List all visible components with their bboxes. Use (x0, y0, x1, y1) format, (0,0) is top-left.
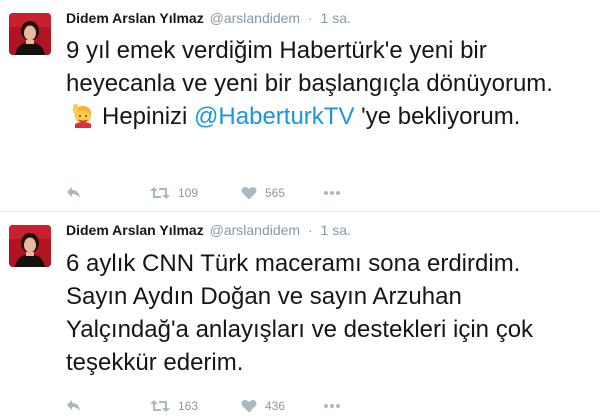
tweet-text-part: Hepinizi (102, 103, 195, 130)
avatar[interactable] (9, 13, 51, 55)
like-count: 436 (265, 399, 286, 413)
tweet-timestamp[interactable]: 1 sa. (321, 222, 351, 238)
retweet-count: 163 (178, 399, 199, 413)
like-icon (241, 399, 257, 413)
author-name[interactable]: Didem Arslan Yılmaz (66, 222, 204, 238)
more-icon (324, 191, 340, 195)
tweet-1[interactable]: Didem Arslan Yılmaz @arslandidem · 1 sa.… (0, 0, 600, 211)
like-button[interactable]: 565 (241, 183, 285, 203)
separator-dot: · (307, 10, 313, 26)
tweet-text-part: 'ye bekliyorum. (354, 103, 521, 130)
raising-hand-emoji-icon (70, 102, 96, 128)
tweet-2[interactable]: Didem Arslan Yılmaz @arslandidem · 1 sa.… (0, 212, 600, 418)
more-button[interactable] (323, 396, 341, 416)
reply-button[interactable] (66, 183, 82, 203)
retweet-count: 109 (178, 186, 199, 200)
more-icon (324, 404, 340, 408)
mention-link[interactable]: @HaberturkTV (194, 103, 354, 130)
reply-button[interactable] (66, 396, 82, 416)
reply-icon (67, 187, 80, 198)
separator-dot: · (307, 222, 313, 238)
like-icon (241, 186, 257, 200)
retweet-button[interactable]: 163 (150, 396, 198, 416)
author-handle[interactable]: @arslandidem (210, 10, 300, 26)
like-count: 565 (265, 186, 286, 200)
retweet-icon (150, 400, 170, 412)
reply-icon (67, 400, 80, 411)
tweet-text: 6 aylık CNN Türk maceramı sona erdirdim.… (66, 250, 534, 376)
author-name[interactable]: Didem Arslan Yılmaz (66, 10, 204, 26)
retweet-button[interactable]: 109 (150, 183, 198, 203)
avatar[interactable] (9, 225, 51, 267)
like-button[interactable]: 436 (241, 396, 285, 416)
tweet-header: Didem Arslan Yılmaz @arslandidem · 1 sa. (66, 8, 351, 28)
more-button[interactable] (323, 183, 341, 203)
author-handle[interactable]: @arslandidem (210, 222, 300, 238)
tweet-text-part: 9 yıl emek verdiğim Habertürk'e yeni bir… (66, 37, 553, 97)
tweet-text: 9 yıl emek verdiğim Habertürk'e yeni bir… (66, 34, 586, 133)
retweet-icon (150, 187, 170, 199)
tweet-timestamp[interactable]: 1 sa. (321, 10, 351, 26)
tweet-header: Didem Arslan Yılmaz @arslandidem · 1 sa. (66, 220, 351, 240)
